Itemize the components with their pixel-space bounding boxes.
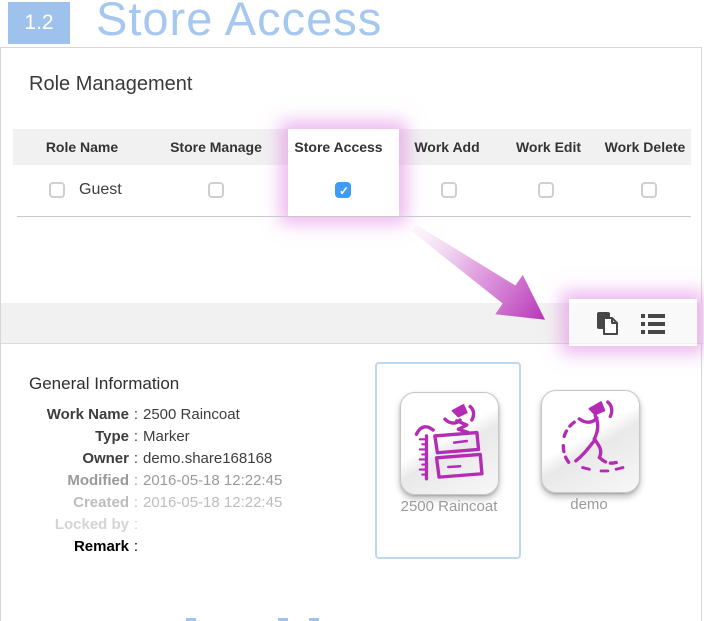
field-value: demo.share168168 — [143, 448, 272, 470]
field-colon: : — [129, 426, 143, 448]
field-label: Owner — [29, 448, 129, 470]
field-colon: : — [129, 448, 143, 470]
info-row-type: Type : Marker — [29, 426, 359, 448]
role-management-heading: Role Management — [29, 73, 192, 96]
field-colon: : — [129, 470, 143, 492]
work-tile-demo[interactable] — [541, 390, 640, 493]
marker-sketch-icon — [408, 397, 492, 490]
info-row-created: Created : 2016-05-18 12:22:45 — [29, 492, 359, 514]
field-label: Modified — [29, 470, 129, 492]
field-label: Work Name — [29, 404, 129, 426]
page: 1.2 Store Access Role Management Role Na… — [0, 0, 704, 621]
work-delete-checkbox[interactable] — [641, 182, 657, 198]
info-row-work-name: Work Name : 2500 Raincoat — [29, 404, 359, 426]
info-row-owner: Owner : demo.share168168 — [29, 448, 359, 470]
app-panel: Role Management Role Name Store Manage S… — [0, 47, 702, 621]
work-add-checkbox[interactable] — [441, 182, 457, 198]
table-row-divider — [17, 216, 691, 217]
sketch-figure-icon — [549, 395, 633, 488]
field-colon: : — [129, 514, 143, 536]
work-tile-label: demo — [514, 496, 664, 513]
store-access-checkbox[interactable] — [335, 182, 351, 198]
col-header-work-add: Work Add — [396, 129, 498, 165]
field-value: 2016-05-18 12:22:45 — [143, 492, 282, 514]
field-label: Locked by — [29, 514, 129, 536]
general-information-section: General Information Work Name : 2500 Rai… — [29, 374, 359, 558]
col-header-store-access: Store Access — [281, 129, 396, 165]
field-label: Remark — [29, 536, 129, 558]
list-icon — [641, 322, 665, 339]
work-edit-checkbox[interactable] — [538, 182, 554, 198]
list-view-button[interactable] — [641, 313, 665, 340]
row-select-checkbox[interactable] — [49, 182, 65, 198]
info-row-remark: Remark : — [29, 536, 359, 558]
section-number-badge: 1.2 — [8, 2, 70, 44]
field-label: Created — [29, 492, 129, 514]
col-header-store-manage: Store Manage — [151, 129, 281, 165]
info-row-modified: Modified : 2016-05-18 12:22:45 — [29, 470, 359, 492]
field-value: Marker — [143, 426, 190, 448]
col-header-work-delete: Work Delete — [599, 129, 691, 165]
copy-button[interactable] — [596, 311, 621, 341]
field-colon: : — [129, 404, 143, 426]
work-tile-label: 2500 Raincoat — [374, 498, 524, 515]
work-tile-2500-raincoat[interactable] — [400, 392, 499, 495]
page-title: Store Access — [96, 0, 382, 46]
general-information-title: General Information — [29, 374, 359, 394]
toolbar-highlight-box — [569, 299, 697, 346]
store-manage-checkbox[interactable] — [208, 182, 224, 198]
copy-icon — [596, 323, 621, 340]
col-header-role-name: Role Name — [13, 129, 151, 165]
info-row-locked-by: Locked by : — [29, 514, 359, 536]
field-value: 2016-05-18 12:22:45 — [143, 470, 282, 492]
field-value: 2500 Raincoat — [143, 404, 240, 426]
field-label: Type — [29, 426, 129, 448]
field-colon: : — [129, 492, 143, 514]
field-colon: : — [129, 536, 143, 558]
role-name-cell: Guest — [79, 181, 122, 199]
col-header-work-edit: Work Edit — [498, 129, 599, 165]
